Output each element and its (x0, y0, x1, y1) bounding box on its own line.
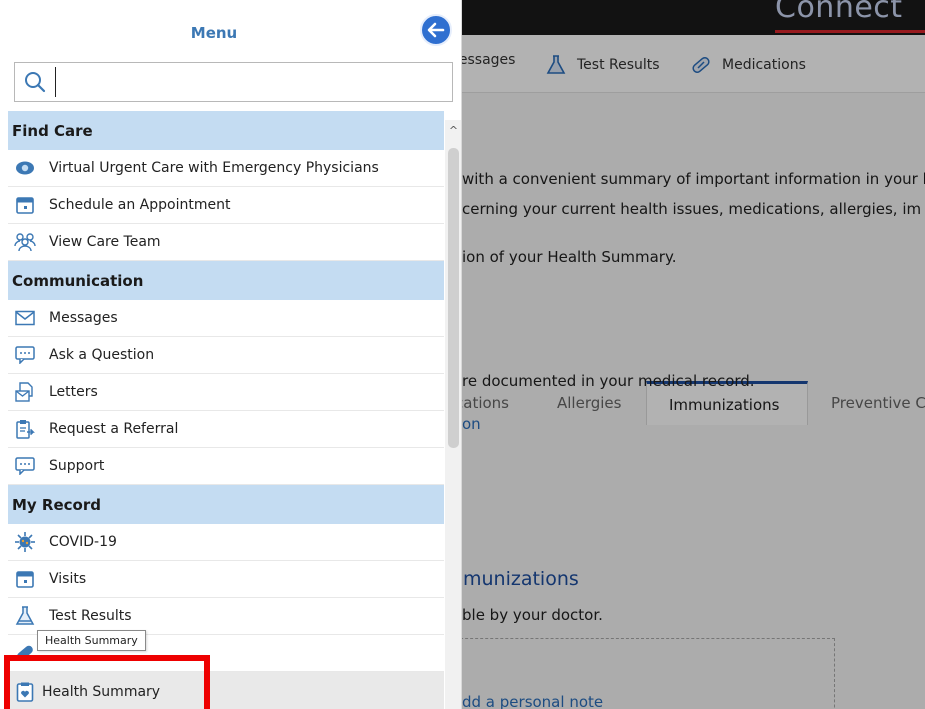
menu-item-label: Schedule an Appointment (49, 197, 231, 213)
section-my-record: My Record (8, 485, 444, 524)
section-communication: Communication (8, 261, 444, 300)
calendar-icon (14, 568, 36, 590)
menu-item-ask-question[interactable]: Ask a Question (8, 337, 444, 374)
search-input[interactable] (55, 67, 435, 97)
menu-item-label: Letters (49, 384, 98, 400)
menu-item-virtual-urgent-care[interactable]: Virtual Urgent Care with Emergency Physi… (8, 150, 444, 187)
calendar-icon (14, 194, 36, 216)
tooltip: Health Summary (37, 630, 146, 651)
menu-item-label: Test Results (49, 608, 132, 624)
search-icon (15, 63, 55, 101)
menu-item-support[interactable]: Support (8, 448, 444, 485)
menu-item-covid-19[interactable]: COVID-19 (8, 524, 444, 561)
back-button[interactable] (420, 14, 452, 46)
menu-item-letters[interactable]: Letters (8, 374, 444, 411)
menu-item-label: Messages (49, 310, 118, 326)
menu-title: Menu (190, 24, 238, 42)
menu-item-schedule-appointment[interactable]: Schedule an Appointment (8, 187, 444, 224)
scroll-thumb[interactable] (448, 148, 459, 448)
menu-item-visits[interactable]: Visits (8, 561, 444, 598)
menu-item-label: Support (49, 458, 105, 474)
menu-scrollbar[interactable]: ^ (445, 120, 461, 709)
chat-bubble-icon (14, 344, 36, 366)
menu-item-label: Visits (49, 571, 87, 587)
menu-panel: Menu Find Care Virtual Urgent Care with … (0, 0, 462, 709)
letter-icon (14, 381, 36, 403)
care-team-icon (14, 231, 36, 253)
highlight-annotation (4, 655, 210, 709)
arrow-left-icon (427, 22, 445, 38)
menu-item-view-care-team[interactable]: View Care Team (8, 224, 444, 261)
chat-bubble-icon (14, 455, 36, 477)
menu-item-label: Ask a Question (49, 347, 155, 363)
menu-item-label: Request a Referral (49, 421, 179, 437)
flask-icon (14, 605, 36, 627)
menu-item-request-referral[interactable]: Request a Referral (8, 411, 444, 448)
search-box[interactable] (14, 62, 453, 102)
section-find-care: Find Care (8, 111, 444, 150)
menu-item-label: Virtual Urgent Care with Emergency Physi… (49, 160, 379, 176)
referral-icon (14, 418, 36, 440)
virus-icon (14, 531, 36, 553)
menu-item-label: COVID-19 (49, 534, 117, 550)
menu-item-messages[interactable]: Messages (8, 300, 444, 337)
menu-list: Find Care Virtual Urgent Care with Emerg… (8, 111, 444, 709)
chevron-up-icon[interactable]: ^ (445, 120, 461, 140)
video-visit-icon (14, 157, 36, 179)
envelope-icon (14, 307, 36, 329)
menu-item-label: View Care Team (49, 234, 161, 250)
